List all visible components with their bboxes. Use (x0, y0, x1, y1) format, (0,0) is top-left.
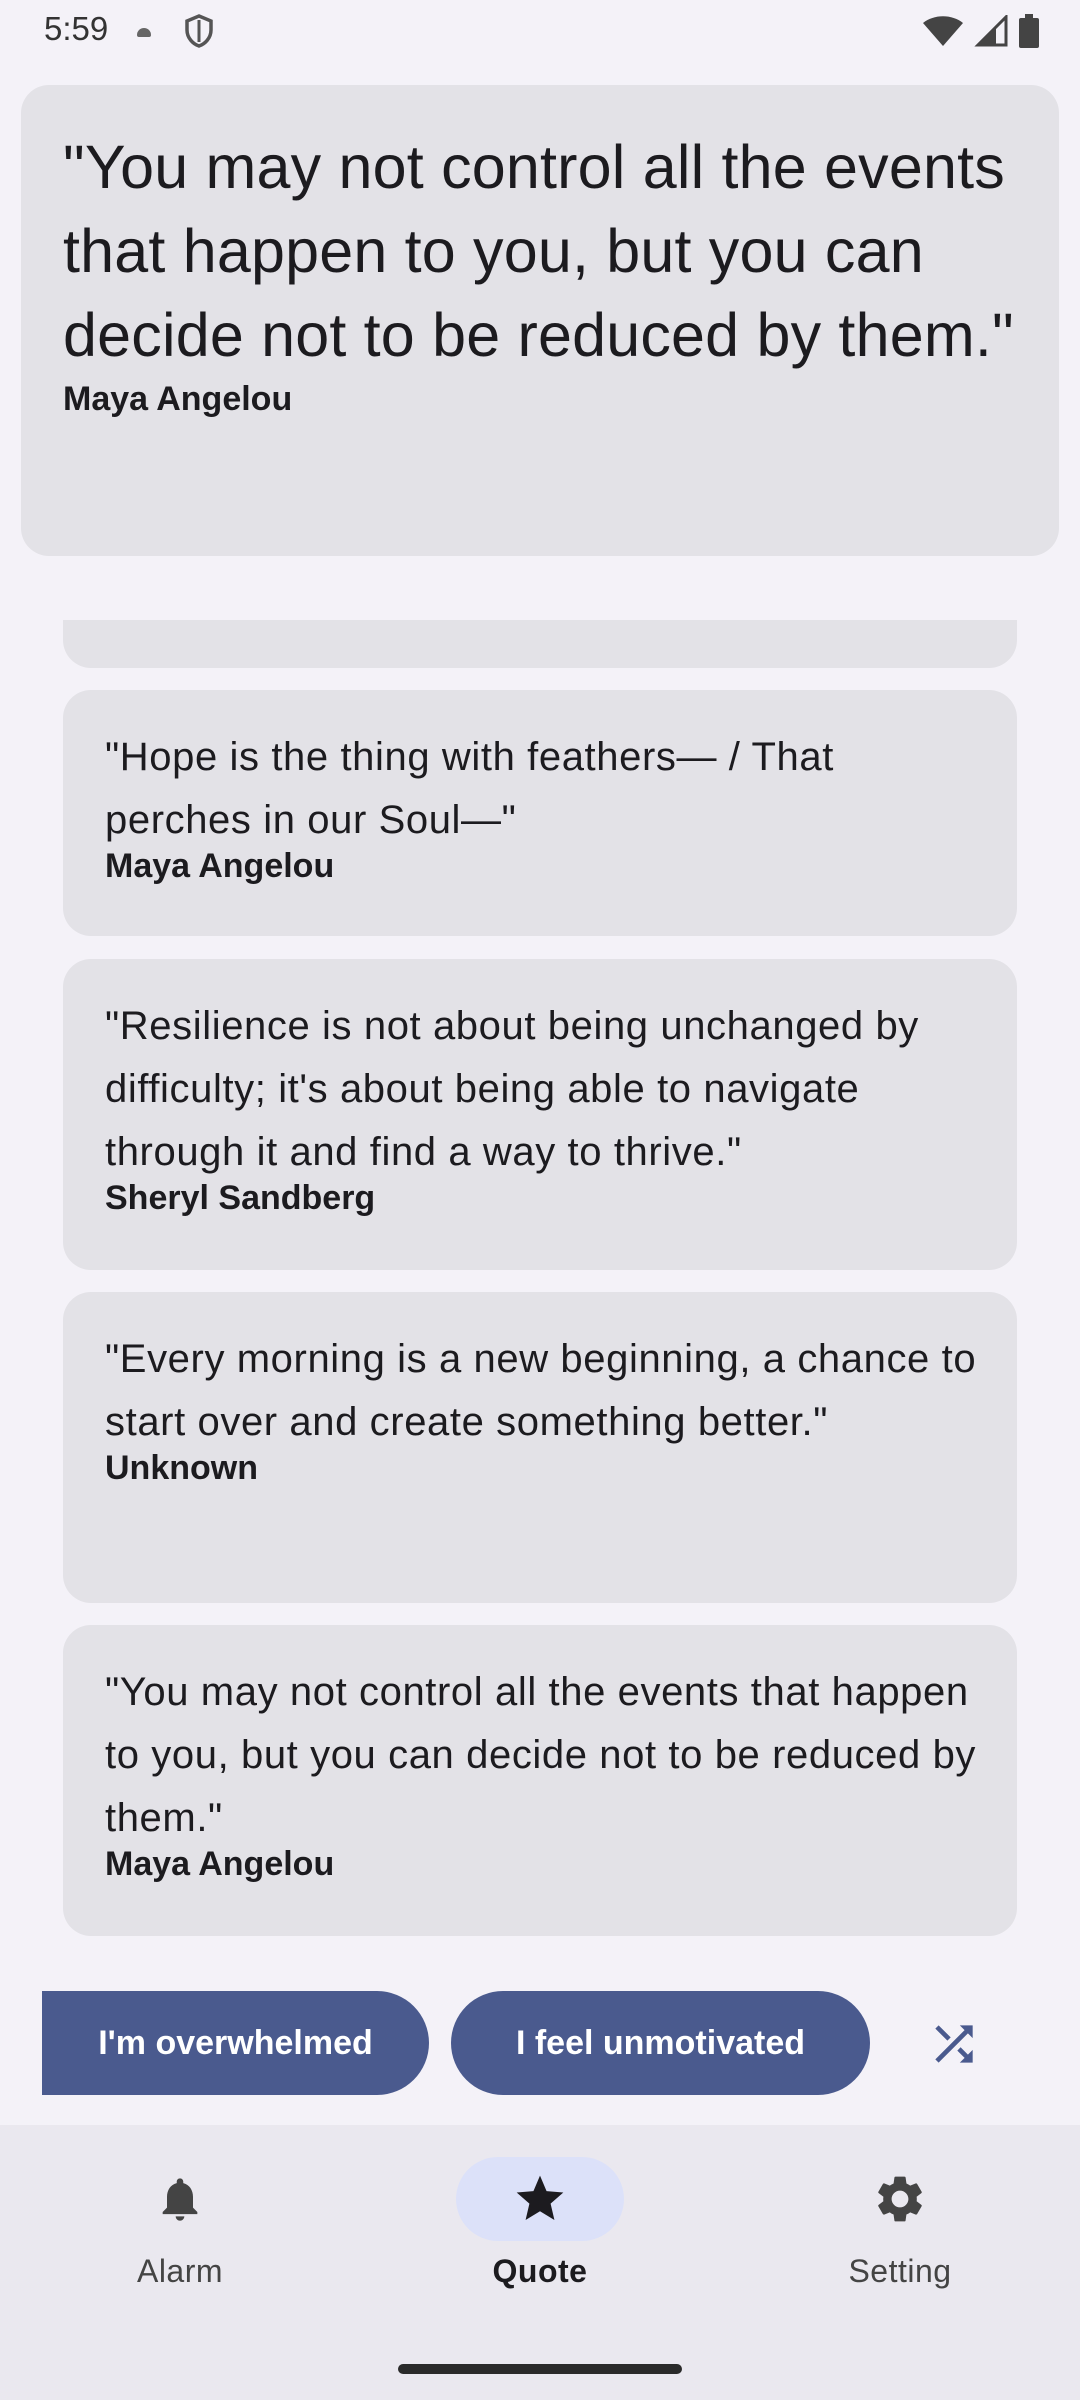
quote-author: Unknown (105, 1449, 258, 1487)
nav-setting-icon-container (816, 2157, 984, 2241)
nav-quote-icon-container (456, 2157, 624, 2241)
cloud-notification-icon (137, 28, 151, 37)
overwhelmed-chip-button[interactable]: I'm overwhelmed (42, 1991, 429, 2095)
quote-card[interactable]: "Resilience is not about being unchanged… (63, 959, 1017, 1270)
bell-icon (162, 2178, 198, 2221)
quote-text: "Hope is the thing with feathers— / That… (105, 735, 834, 842)
shield-icon (185, 14, 213, 48)
quote-text: "Every morning is a new beginning, a cha… (105, 1337, 977, 1444)
home-indicator[interactable] (398, 2364, 682, 2374)
nav-item-setting[interactable]: Setting (720, 2125, 1080, 2325)
quote-card[interactable]: "You may not control all the events that… (63, 1625, 1017, 1936)
quote-author: Maya Angelou (105, 1845, 335, 1883)
status-time: 5:59 (44, 10, 109, 47)
nav-alarm-icon-container (96, 2157, 264, 2241)
quote-text: "Resilience is not about being unchanged… (105, 1004, 919, 1174)
gear-icon (878, 2176, 922, 2222)
quote-author: Sheryl Sandberg (105, 1179, 376, 1217)
nav-item-quote[interactable]: Quote (360, 2125, 720, 2325)
star-icon (516, 2175, 564, 2220)
quote-author: Maya Angelou (105, 847, 335, 885)
status-icons (922, 14, 1040, 48)
bottom-navigation: Alarm Quote Setting (0, 2125, 1080, 2400)
status-bar: 5:59 (0, 0, 1080, 62)
quote-list[interactable]: "Hope is the thing with feathers— / That… (63, 620, 1017, 1940)
nav-label-quote: Quote (492, 2253, 588, 2289)
signal-icon (974, 15, 1008, 47)
nav-label-alarm: Alarm (136, 2253, 224, 2289)
wifi-icon (923, 16, 963, 46)
quote-card[interactable]: "Every morning is a new beginning, a cha… (63, 1292, 1017, 1603)
nav-label-setting: Setting (848, 2253, 952, 2289)
featured-quote-author: Maya Angelou (63, 380, 293, 418)
quote-text: "You may not control all the events that… (105, 1670, 977, 1840)
nav-item-alarm[interactable]: Alarm (0, 2125, 360, 2325)
quote-card[interactable]: "Hope is the thing with feathers— / That… (63, 690, 1017, 936)
battery-icon (1019, 14, 1039, 48)
featured-quote-text: "You may not control all the events that… (63, 133, 1014, 369)
partial-quote-card (63, 620, 1017, 668)
unmotivated-chip-button[interactable]: I feel unmotivated (451, 1991, 870, 2095)
shuffle-icon[interactable] (926, 2016, 982, 2072)
featured-quote-card: "You may not control all the events that… (21, 85, 1059, 556)
